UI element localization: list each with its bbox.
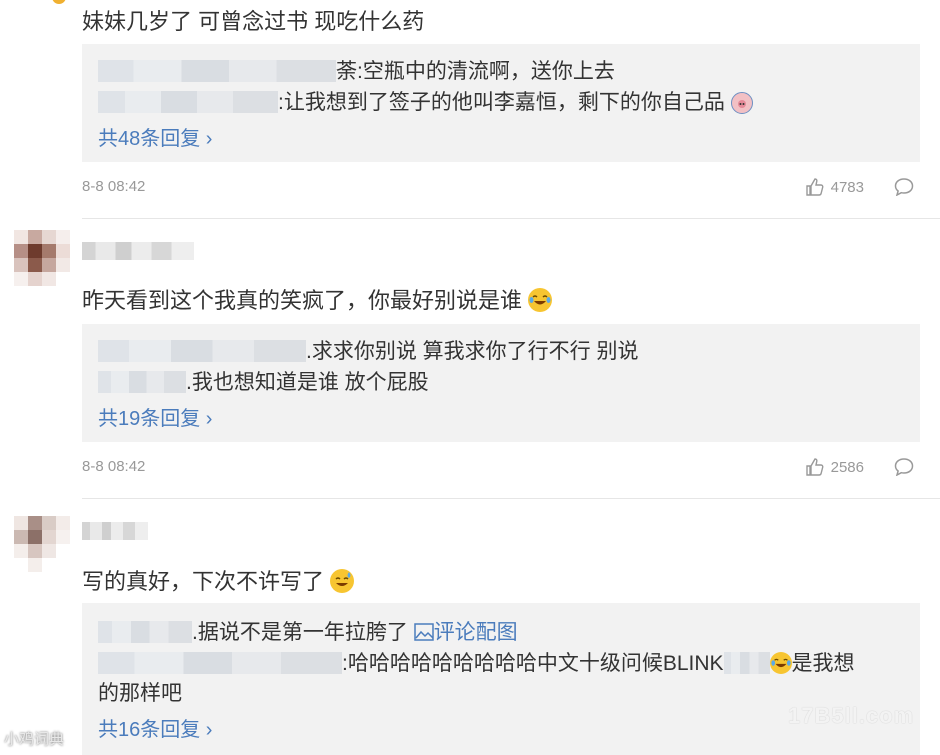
chevron-right-icon: › [200, 128, 213, 150]
comment-bubble-icon[interactable] [894, 178, 914, 196]
like-button[interactable]: 4783 [805, 177, 864, 197]
comment-image-link[interactable]: 评论配图 [434, 621, 518, 644]
view-replies-link[interactable]: 共19条回复 › [98, 402, 212, 431]
blurred-username[interactable] [98, 340, 306, 362]
reply-line: .据说不是第一年拉胯了 评论配图 [98, 619, 904, 647]
blurred-username[interactable] [98, 652, 342, 674]
watermark-left: 小鸡词典 [4, 731, 65, 748]
reply-box: .求求你别说 算我求你了行不行 别说 .我也想知道是谁 放个屁股 共19条回复 … [82, 324, 920, 442]
chevron-right-icon: › [200, 719, 213, 741]
image-icon[interactable] [413, 623, 434, 641]
reply-box: .据说不是第一年拉胯了 评论配图 :哈哈哈哈哈哈哈哈哈中文十级问候BLINK 是… [82, 603, 920, 755]
thumb-up-icon [805, 458, 824, 476]
avatar[interactable] [14, 230, 70, 286]
divider [82, 218, 940, 219]
reply-line: :让我想到了签子的他叫李嘉恒，剩下的你自己品 [98, 89, 904, 117]
blurred-username[interactable] [98, 371, 186, 393]
sweat-smile-emoji [330, 569, 355, 593]
reply-line-wrap: 的那样吧 [98, 682, 182, 705]
laugh-cry-emoji [528, 288, 553, 312]
like-count: 2586 [830, 458, 864, 476]
chevron-right-icon: › [200, 408, 213, 430]
blurred-username[interactable] [82, 242, 194, 260]
avatar[interactable] [52, 0, 66, 4]
view-replies-link[interactable]: 共48条回复 › [98, 122, 212, 151]
reply-line: 荼:空瓶中的清流啊，送你上去 [98, 58, 904, 86]
comment-time: 8-8 08:42 [82, 458, 146, 475]
blurred-text [723, 652, 770, 674]
comment-time: 8-8 08:42 [82, 178, 146, 195]
reply-line: :哈哈哈哈哈哈哈哈哈中文十级问候BLINK 是我想 [98, 650, 904, 678]
laugh-cry-emoji [769, 652, 792, 674]
watermark-right: 17B5ll.com [788, 703, 915, 728]
like-count: 4783 [830, 178, 864, 196]
pig-emoji [730, 92, 753, 114]
view-replies-link[interactable]: 共16条回复 › [98, 713, 212, 742]
blurred-username[interactable] [82, 522, 148, 540]
comment-text: 妹妹几岁了 可曾念过书 现吃什么药 [82, 9, 425, 34]
like-button[interactable]: 2586 [805, 457, 864, 477]
reply-line: .我也想知道是谁 放个屁股 [98, 369, 904, 397]
blurred-username[interactable] [98, 621, 192, 643]
comment-text: 写的真好，下次不许写了 [82, 564, 355, 596]
comment-bubble-icon[interactable] [894, 458, 914, 476]
blurred-username[interactable] [98, 60, 336, 82]
thumb-up-icon [805, 178, 824, 196]
blurred-username[interactable] [98, 91, 278, 113]
reply-line: .求求你别说 算我求你了行不行 别说 [98, 338, 904, 366]
divider [82, 498, 940, 499]
reply-box: 荼:空瓶中的清流啊，送你上去 :让我想到了签子的他叫李嘉恒，剩下的你自己品 共4… [82, 44, 920, 162]
avatar[interactable] [14, 516, 70, 572]
comment-text: 昨天看到这个我真的笑疯了，你最好别说是谁 [82, 283, 553, 315]
